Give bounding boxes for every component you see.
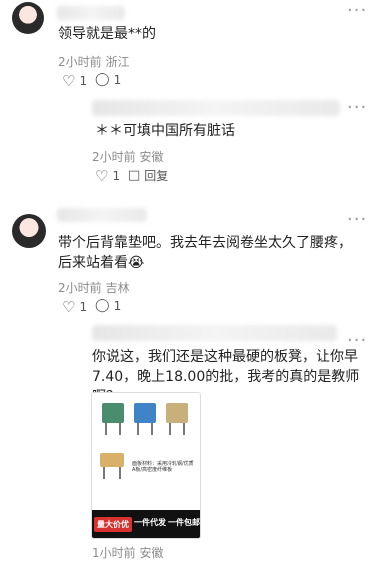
banner-mid: 一件代发 — [134, 518, 166, 527]
comment-text: ＊＊可填中国所有脏话 — [95, 123, 235, 139]
comment-time: 2小时前 — [92, 150, 136, 164]
comment-time: 2小时前 — [58, 281, 102, 295]
comment-meta: 2小时前 浙江 — [58, 53, 129, 70]
reply-label: 回复 — [144, 169, 169, 183]
comment-bubble-icon — [128, 168, 140, 183]
stool-wood — [100, 453, 124, 479]
username[interactable] — [92, 325, 337, 341]
comment-text: 领导就是最**的 — [58, 26, 156, 42]
stool-tan — [166, 403, 188, 435]
comment-text: 带个后背靠垫吧。我去年去阅卷坐太久了腰疼，后来站着看😭 — [58, 235, 352, 271]
comment-bubble-icon — [95, 72, 110, 87]
reply-count: 1 — [113, 298, 122, 313]
reply-count-button[interactable]: 1 — [95, 72, 122, 87]
more-dots-icon[interactable]: ··· — [347, 2, 367, 20]
comment-location: 吉林 — [105, 281, 130, 295]
like-count: 1 — [112, 169, 121, 183]
username[interactable] — [92, 100, 340, 116]
heart-icon — [62, 298, 75, 316]
avatar[interactable] — [12, 2, 44, 34]
comment-meta: 2小时前 吉林 — [58, 279, 129, 296]
like-count: 1 — [79, 74, 88, 88]
comment-time: 2小时前 — [58, 55, 102, 69]
like-button[interactable]: 1 — [62, 72, 87, 90]
comment-meta: 2小时前 安徽 — [92, 148, 163, 165]
reply-count-button[interactable]: 1 — [95, 298, 122, 313]
comment-meta: 1小时前 安徽 — [92, 544, 163, 561]
username[interactable] — [57, 208, 147, 222]
comment-location: 安徽 — [139, 150, 164, 164]
username[interactable] — [57, 6, 125, 20]
avatar[interactable] — [12, 214, 46, 248]
more-dots-icon[interactable]: ··· — [347, 211, 367, 229]
heart-icon — [62, 72, 75, 90]
reply-button[interactable]: 回复 — [128, 167, 168, 184]
more-dots-icon[interactable]: ··· — [347, 332, 367, 350]
like-button[interactable]: 1 — [95, 167, 120, 185]
image-banner: 量大价优 一件代发 一件包邮 — [92, 510, 200, 538]
comment-bubble-icon — [95, 298, 110, 313]
comment-location: 安徽 — [139, 546, 164, 560]
stool-blue — [134, 403, 156, 435]
heart-icon — [95, 167, 108, 185]
banner-right: 一件包邮 — [168, 518, 200, 527]
like-count: 1 — [79, 300, 88, 314]
more-dots-icon[interactable]: ··· — [347, 99, 367, 117]
stool-green — [102, 403, 124, 435]
comment-image[interactable]: 面板材料：采用冷轧钢/优质A板/高密度纤维板 量大价优 一件代发 一件包邮 — [91, 392, 201, 539]
like-button[interactable]: 1 — [62, 298, 87, 316]
banner-left: 量大价优 — [94, 517, 132, 532]
image-caption: 面板材料：采用冷轧钢/优质A板/高密度纤维板 — [132, 461, 194, 473]
comment-time: 1小时前 — [92, 546, 136, 560]
reply-count: 1 — [113, 72, 122, 87]
comment-location: 浙江 — [105, 55, 130, 69]
